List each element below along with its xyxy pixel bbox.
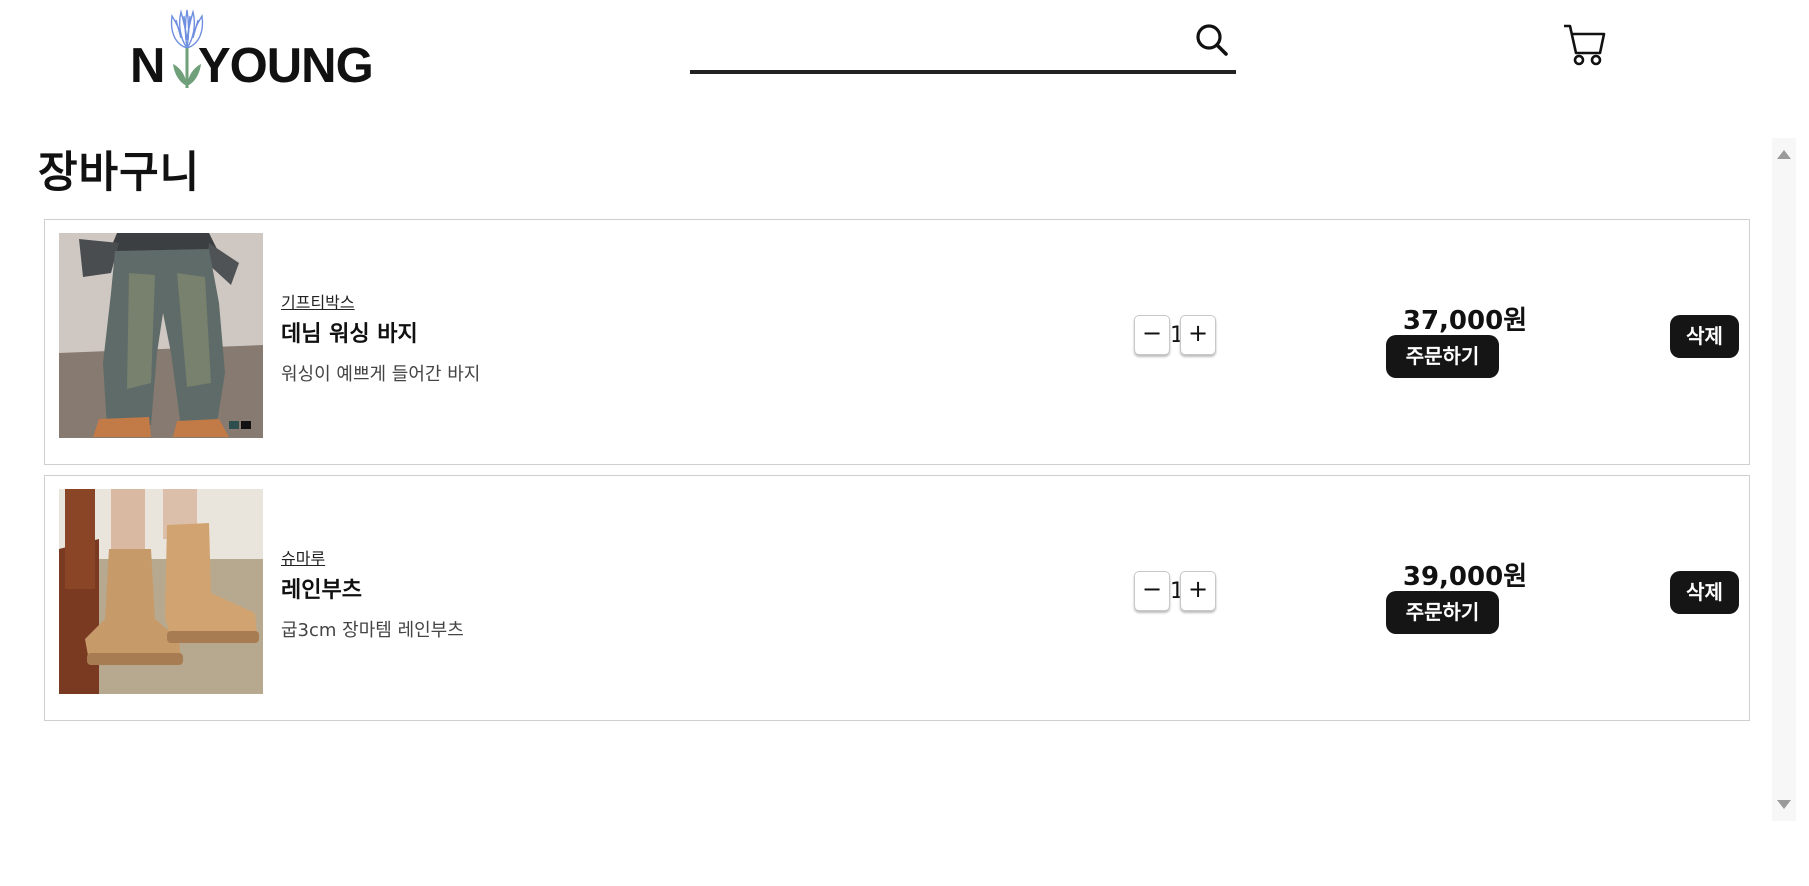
- scroll-down-arrow-icon[interactable]: [1777, 800, 1791, 809]
- logo-text-young: YOUNG: [198, 39, 374, 93]
- quantity-increase-button[interactable]: +: [1180, 571, 1216, 611]
- scroll-up-arrow-icon[interactable]: [1777, 150, 1791, 159]
- cart-icon: [1564, 24, 1606, 66]
- quantity-decrease-button[interactable]: −: [1134, 571, 1170, 611]
- search-icon: [1196, 24, 1228, 56]
- quantity-stepper: − 1 +: [1134, 315, 1216, 359]
- product-description: 굽3cm 장마템 레인부츠: [281, 620, 464, 641]
- search-input[interactable]: [690, 20, 1170, 64]
- quantity-stepper: − 1 +: [1134, 571, 1216, 615]
- search-button[interactable]: [1192, 20, 1232, 60]
- cart-button[interactable]: [1560, 20, 1608, 68]
- logo-text-n: N: [130, 39, 165, 93]
- product-image-boots: [59, 489, 263, 694]
- product-brand-link[interactable]: 슈마루: [281, 545, 325, 569]
- product-name: 레인부츠: [281, 578, 362, 603]
- page-title: 장바구니: [38, 148, 201, 198]
- order-button[interactable]: 주문하기: [1386, 591, 1499, 634]
- product-image[interactable]: [59, 489, 263, 694]
- product-description: 워싱이 예쁘게 들어간 바지: [281, 364, 481, 385]
- delete-button[interactable]: 삭제: [1670, 315, 1739, 358]
- product-name: 데님 워싱 바지: [281, 322, 418, 347]
- cart-item: 슈마루 레인부츠 굽3cm 장마템 레인부츠 − 1 + 39,000원 주문하…: [44, 475, 1750, 721]
- product-brand-link[interactable]: 기프티박스: [281, 289, 355, 313]
- product-price: 37,000원: [1402, 306, 1528, 336]
- search-bar: [690, 14, 1236, 74]
- cart-item: 기프티박스 데님 워싱 바지 워싱이 예쁘게 들어간 바지 − 1 + 37,0…: [44, 219, 1750, 465]
- logo[interactable]: N YOUNG: [130, 8, 374, 94]
- delete-button[interactable]: 삭제: [1670, 571, 1739, 614]
- order-button[interactable]: 주문하기: [1386, 335, 1499, 378]
- product-image[interactable]: [59, 233, 263, 438]
- scrollbar[interactable]: [1772, 138, 1796, 821]
- quantity-decrease-button[interactable]: −: [1134, 315, 1170, 355]
- quantity-increase-button[interactable]: +: [1180, 315, 1216, 355]
- site-header: N YOUNG: [0, 0, 1809, 100]
- product-image-denim: [59, 233, 263, 438]
- product-price: 39,000원: [1402, 562, 1528, 592]
